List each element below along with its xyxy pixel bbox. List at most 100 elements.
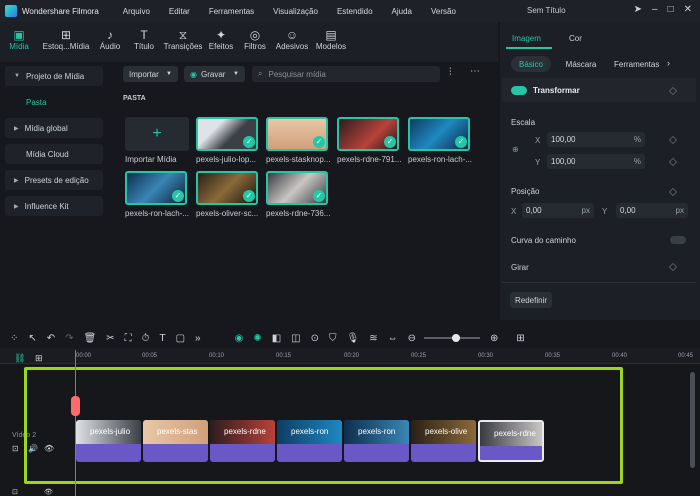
nav-folder[interactable]: Pasta xyxy=(5,92,103,112)
menu-versao[interactable]: Versão xyxy=(431,7,456,16)
minimize-icon[interactable]: – xyxy=(652,4,658,15)
redo-icon[interactable]: ↷ xyxy=(65,333,73,344)
lock-icon[interactable]: ⊕ xyxy=(512,145,519,154)
tab-filters[interactable]: ◎ Filtros xyxy=(238,22,272,62)
filter-sort-icon[interactable]: ⫶ xyxy=(449,67,452,78)
tab-title[interactable]: T Título xyxy=(126,22,162,62)
menu-visualizacao[interactable]: Visualização xyxy=(273,7,318,16)
nav-influence-kit[interactable]: ▶ Influence Kit xyxy=(5,196,103,216)
playhead-handle[interactable] xyxy=(71,396,80,416)
position-y-field[interactable]: 0,00 px xyxy=(616,203,688,218)
reset-button[interactable]: Redefinir xyxy=(510,292,552,308)
send-icon[interactable]: ➤ xyxy=(634,4,642,15)
camera-icon[interactable]: ◫ xyxy=(291,333,300,344)
nav-presets[interactable]: ▶ Presets de edição xyxy=(5,170,103,190)
menu-arquivo[interactable]: Arquivo xyxy=(123,7,150,16)
timeline-ruler[interactable]: 00:00 00:05 00:10 00:15 00:20 00:25 00:3… xyxy=(0,348,700,364)
unit-label: px xyxy=(581,206,590,215)
media-thumb[interactable]: ✓ xyxy=(337,117,399,151)
subtab-basic[interactable]: Básico xyxy=(511,56,551,72)
tab-templates[interactable]: ▤ Modelos xyxy=(312,22,350,62)
tab-audio[interactable]: ♪ Áudio xyxy=(94,22,126,62)
subtab-mask[interactable]: Máscara xyxy=(560,56,602,72)
zoom-out-icon[interactable]: ⊖ xyxy=(408,333,416,344)
tab-stickers[interactable]: ☺ Adesivos xyxy=(272,22,312,62)
transform-toggle[interactable] xyxy=(511,86,527,95)
media-thumb[interactable]: ✓ xyxy=(196,117,258,151)
subtab-tools[interactable]: Ferramentas xyxy=(614,56,660,72)
delete-icon[interactable]: 🗑 xyxy=(84,333,97,344)
more-tools-icon[interactable]: » xyxy=(195,333,201,344)
crop-icon[interactable]: ⛶ xyxy=(125,333,132,344)
tab-stock-media[interactable]: ⊞ Estoq...Mídia xyxy=(38,22,94,62)
tab-effects[interactable]: ✦ Efeitos xyxy=(204,22,238,62)
media-toolbar: ▣ Mídia ⊞ Estoq...Mídia ♪ Áudio T Título ⧖ Tr… xyxy=(0,22,498,62)
menu-editar[interactable]: Editar xyxy=(169,7,190,16)
zoom-in-icon[interactable]: ⊕ xyxy=(490,333,498,344)
tab-transitions[interactable]: ⧖ Transições xyxy=(162,22,204,62)
ai-icon[interactable]: ◉ xyxy=(235,333,244,344)
import-media-tile[interactable]: + xyxy=(125,117,189,151)
audio-mix-icon[interactable]: ≋ xyxy=(369,333,377,344)
media-thumb[interactable]: ✓ xyxy=(266,171,328,205)
path-curve-toggle[interactable] xyxy=(670,236,686,244)
nav-global-media[interactable]: ▶ Mídia global xyxy=(5,118,103,138)
search-input[interactable]: ⌕ Pesquisar mídia xyxy=(252,66,440,82)
layout-icon[interactable]: ⁘ xyxy=(10,333,18,344)
media-thumb[interactable]: ✓ xyxy=(125,171,187,205)
zoom-slider[interactable] xyxy=(424,334,480,342)
fit-icon[interactable]: ⇔ xyxy=(388,333,398,344)
record-voice-icon[interactable]: ⊙ xyxy=(311,333,319,344)
record-button[interactable]: ◉ Gravar ▼ xyxy=(184,66,245,82)
title-icon: T xyxy=(140,28,148,42)
track2-visibility-icon[interactable]: 👁 xyxy=(44,488,53,496)
more-icon[interactable]: ⋯ xyxy=(470,66,480,77)
add-track-icon[interactable]: ⊞ xyxy=(35,353,43,364)
text-icon[interactable]: T xyxy=(159,333,165,344)
close-icon[interactable]: ✕ xyxy=(684,4,692,15)
media-thumb[interactable]: ✓ xyxy=(408,117,470,151)
scale-y-field[interactable]: 100,00% xyxy=(547,154,645,169)
chevron-right-icon[interactable]: › xyxy=(667,58,670,68)
folder-heading: PASTA xyxy=(123,95,146,102)
motion-icon[interactable]: ✺ xyxy=(253,333,261,344)
grid-icon[interactable]: ⊞ xyxy=(516,333,524,344)
snapshot-icon[interactable]: ◧ xyxy=(272,333,281,344)
menu-ajuda[interactable]: Ajuda xyxy=(392,7,412,16)
tab-color[interactable]: Cor xyxy=(569,34,582,43)
nav-cloud-media[interactable]: Mídia Cloud xyxy=(5,144,103,164)
button-label: Gravar xyxy=(200,69,226,79)
track2-lock-icon[interactable]: ⊡ xyxy=(12,488,18,496)
track-lock-icon[interactable]: ⊡ xyxy=(12,444,19,453)
check-icon: ✓ xyxy=(455,136,467,148)
mic-icon[interactable]: 🎙 xyxy=(347,333,360,344)
media-thumb[interactable]: ✓ xyxy=(196,171,258,205)
tab-image[interactable]: Imagem xyxy=(512,34,541,43)
media-thumb[interactable]: ✓ xyxy=(266,117,328,151)
template-icon: ▤ xyxy=(325,28,337,42)
music-icon: ♪ xyxy=(107,28,113,42)
zoom-handle[interactable] xyxy=(452,334,460,342)
playhead[interactable] xyxy=(75,350,76,496)
shield-icon[interactable]: ⛉ xyxy=(329,333,337,344)
timeline-toolbar: ⁘ ↖ ↶ ↷ 🗑 ✂ ⛶ ⏱ T ▢ » ◉ ✺ ◧ ◫ ⊙ ⛉ 🎙 ≋ ⇔ … xyxy=(0,328,700,348)
nav-project-media[interactable]: ▼ Projeto de Mídia xyxy=(5,66,103,86)
ruler-tick: 00:45 xyxy=(678,353,694,359)
search-icon: ⌕ xyxy=(258,69,263,78)
effects-icon: ✦ xyxy=(215,28,227,42)
import-button[interactable]: Importar ▼ xyxy=(123,66,178,82)
menu-ferramentas[interactable]: Ferramentas xyxy=(209,7,254,16)
timeline-scrollbar[interactable] xyxy=(690,372,695,468)
chevron-down-icon: ▼ xyxy=(233,71,239,77)
position-x-field[interactable]: 0,00 px xyxy=(522,203,594,218)
menu-estendido[interactable]: Estendido xyxy=(337,7,373,16)
select-icon[interactable]: ↖ xyxy=(28,333,36,344)
tab-media[interactable]: ▣ Mídia xyxy=(0,22,38,62)
link-icon[interactable]: ⛓ xyxy=(14,353,25,364)
frame-icon[interactable]: ▢ xyxy=(176,333,185,344)
undo-icon[interactable]: ↶ xyxy=(47,333,55,344)
speed-icon[interactable]: ⏱ xyxy=(142,333,150,344)
cut-icon[interactable]: ✂ xyxy=(106,333,114,344)
maximize-icon[interactable]: □ xyxy=(668,4,674,15)
scale-x-field[interactable]: 100,00% xyxy=(547,132,645,147)
